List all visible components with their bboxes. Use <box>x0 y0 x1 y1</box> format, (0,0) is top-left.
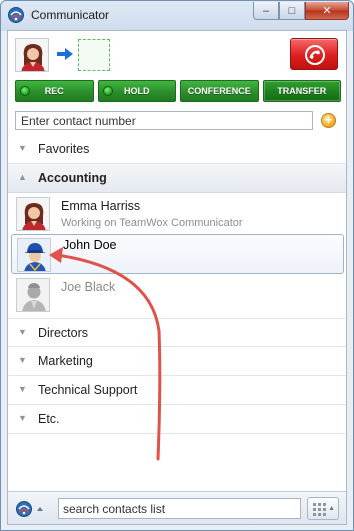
communicator-client-area: REC HOLD CONFERENCE TRANSFER + ▼ Favorit… <box>7 30 347 525</box>
contact-name: John Doe <box>63 238 117 252</box>
contact-name: Joe Black <box>61 280 116 294</box>
chevron-up-icon: ▲ <box>18 172 27 182</box>
caret-up-icon <box>37 507 43 511</box>
hold-button[interactable]: HOLD <box>97 80 176 102</box>
chevron-down-icon: ▼ <box>18 413 27 423</box>
contact-name: Emma Harriss <box>61 199 141 213</box>
rec-button-label: REC <box>44 86 64 96</box>
group-favorites[interactable]: ▼ Favorites <box>8 135 346 164</box>
hangup-phone-icon <box>305 45 325 65</box>
conference-button[interactable]: CONFERENCE <box>180 80 259 102</box>
transfer-arrow-icon <box>57 48 73 60</box>
group-directors[interactable]: ▼ Directors <box>8 318 346 347</box>
title-bar[interactable]: Communicator – □ ✕ <box>1 1 353 30</box>
bottom-toolbar: ▲ <box>8 491 346 524</box>
contact-item-emma-harriss[interactable]: Emma Harriss Working on TeamWox Communic… <box>8 194 346 234</box>
search-contacts-input[interactable] <box>58 498 301 519</box>
maximize-icon: □ <box>288 5 296 17</box>
chevron-down-icon: ▼ <box>18 384 27 394</box>
contact-item-joe-black[interactable]: Joe Black <box>8 275 346 315</box>
dialpad-button[interactable]: ▲ <box>307 497 339 520</box>
hold-button-label: HOLD <box>124 86 150 96</box>
contact-list[interactable]: ▼ Favorites ▲ Accounting Emma Harriss Wo… <box>8 135 346 492</box>
teamwox-app-icon <box>8 7 24 23</box>
group-label: Directors <box>38 326 89 340</box>
caller-female-avatar[interactable] <box>15 38 49 72</box>
group-marketing[interactable]: ▼ Marketing <box>8 347 346 376</box>
close-button[interactable]: ✕ <box>305 2 349 20</box>
rec-button[interactable]: REC <box>15 80 94 102</box>
close-icon: ✕ <box>322 5 332 17</box>
caret-up-icon: ▲ <box>328 505 335 512</box>
chevron-down-icon: ▼ <box>18 143 27 153</box>
minimize-button[interactable]: – <box>253 2 279 20</box>
group-label: Marketing <box>38 354 93 368</box>
hold-led-icon <box>102 86 113 96</box>
group-accounting[interactable]: ▲ Accounting <box>8 164 346 193</box>
blue-hat-user-avatar <box>17 238 51 272</box>
contact-status: Working on TeamWox Communicator <box>61 217 243 229</box>
chevron-down-icon: ▼ <box>18 355 27 365</box>
grey-user-avatar <box>16 278 50 312</box>
group-label: Favorites <box>38 142 90 156</box>
plus-icon: + <box>324 112 333 127</box>
window-title: Communicator <box>31 8 110 22</box>
transfer-target-slot[interactable] <box>78 39 110 71</box>
status-menu-button[interactable] <box>15 500 51 518</box>
transfer-button-label: TRANSFER <box>277 86 327 96</box>
contact-item-john-doe[interactable]: John Doe <box>11 234 344 274</box>
add-number-button[interactable]: + <box>321 113 336 128</box>
group-label: Etc. <box>38 412 60 426</box>
minimize-icon: – <box>262 5 270 17</box>
group-technical-support[interactable]: ▼ Technical Support <box>8 376 346 405</box>
conference-button-label: CONFERENCE <box>187 86 251 96</box>
window-controls: – □ ✕ <box>253 2 349 20</box>
rec-led-icon <box>20 86 30 96</box>
communicator-window: Communicator – □ ✕ REC HOLD CONFERENCE T… <box>0 0 354 531</box>
transfer-button[interactable]: TRANSFER <box>262 80 341 102</box>
hangup-button[interactable] <box>290 38 338 70</box>
group-label: Accounting <box>38 171 107 185</box>
group-label: Technical Support <box>38 383 138 397</box>
dialpad-icon <box>313 503 326 516</box>
teamwox-status-icon <box>16 501 32 517</box>
call-action-buttons: REC HOLD CONFERENCE TRANSFER <box>15 80 341 102</box>
contact-number-input[interactable] <box>15 111 313 130</box>
maximize-button[interactable]: □ <box>279 2 305 20</box>
female-user-avatar <box>16 197 50 231</box>
group-etc[interactable]: ▼ Etc. <box>8 405 346 434</box>
call-panel: REC HOLD CONFERENCE TRANSFER <box>8 31 346 107</box>
chevron-down-icon: ▼ <box>18 327 27 337</box>
